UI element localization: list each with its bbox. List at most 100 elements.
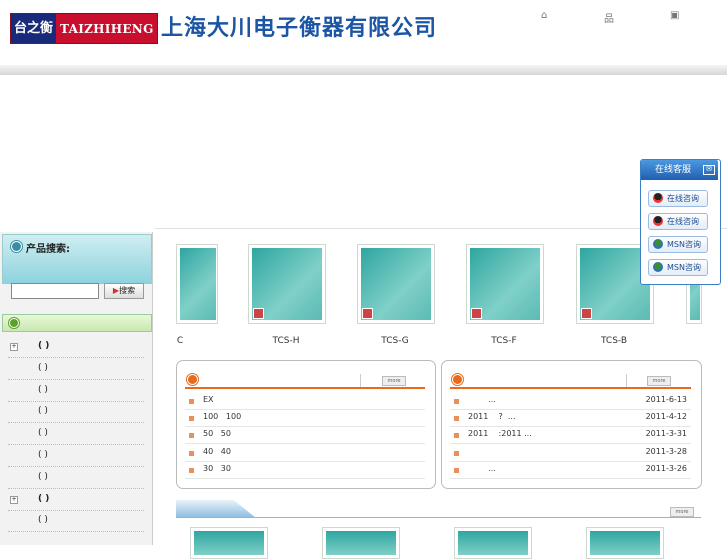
news-title[interactable]: 100 100 (203, 412, 241, 421)
service-button[interactable]: 在线咨询 (648, 190, 708, 207)
category-label: ( ) (38, 341, 50, 351)
bullet-icon (189, 433, 194, 439)
sidebar-category-item[interactable]: + ( ) (8, 489, 144, 511)
category-label: ( ) (38, 450, 48, 460)
search-title: 产品搜索: (26, 244, 70, 255)
category-label: ( ) (38, 362, 48, 373)
sidebar-category-item[interactable]: ( ) (8, 380, 144, 402)
mail-icon[interactable]: ✉ (703, 165, 715, 175)
sitemap-icon[interactable]: 品 (604, 10, 614, 25)
news-row[interactable]: 30 30 (185, 461, 425, 479)
product-thumbnail[interactable] (586, 527, 664, 559)
sidebar-category-item[interactable]: + ( ) (8, 336, 144, 358)
news-row[interactable]: 2011-3-28 (450, 444, 691, 462)
news-row[interactable]: ... 2011-3-26 (450, 461, 691, 479)
product-name[interactable]: TCS-F (464, 336, 544, 346)
bullet-icon (454, 399, 459, 404)
bullet-icon (454, 467, 459, 473)
news-row[interactable]: EX (185, 392, 425, 410)
service-title: 在线客服 (655, 165, 692, 175)
msn-icon (653, 239, 663, 249)
expand-icon[interactable]: + (10, 343, 18, 351)
search-button[interactable]: ▶搜索 (104, 283, 144, 299)
product-thumbnail[interactable] (176, 244, 218, 324)
section-rule (176, 517, 701, 518)
category-label: ( ) (38, 384, 48, 395)
bullet-icon (454, 433, 459, 439)
sidebar-category-item[interactable]: ( ) (8, 401, 144, 424)
expand-icon[interactable]: + (10, 495, 18, 504)
news-row[interactable]: 50 50 (185, 426, 425, 445)
news-title[interactable]: 30 30 (203, 464, 231, 473)
news-panel-right: more ... 2011-6-13 2011 ? ... 2011-4-12 2011… (441, 360, 702, 489)
section-tab (176, 500, 256, 518)
service-button[interactable]: MSN咨询 (648, 236, 708, 253)
category-label: ( ) (38, 471, 48, 482)
bullet-icon (187, 374, 198, 385)
bullet-icon (454, 416, 459, 422)
logo-chinese: 台之衡 (11, 14, 57, 43)
category-label: ( ) (38, 493, 50, 504)
category-label: ( ) (38, 428, 48, 439)
home-icon[interactable]: ⌂ (541, 10, 547, 21)
zoom-icon[interactable] (362, 308, 373, 319)
search-panel-header (2, 234, 152, 284)
product-thumbnail[interactable] (466, 244, 544, 324)
news-row[interactable]: 2011 ? ... 2011-4-12 (450, 409, 691, 428)
more-button[interactable]: more (670, 507, 694, 517)
bullet-icon (454, 450, 459, 456)
news-row[interactable]: ... 2011-6-13 (450, 392, 691, 410)
bullet-icon (9, 318, 19, 328)
news-row[interactable]: 100 100 (185, 409, 425, 428)
news-row[interactable]: 2011 :2011 ... 2011-3-31 (450, 426, 691, 445)
msn-icon (653, 262, 663, 272)
news-title[interactable]: ... (468, 464, 496, 473)
zoom-icon[interactable] (253, 308, 264, 319)
bullet-icon (189, 450, 194, 456)
category-header (2, 314, 152, 332)
product-thumbnail[interactable] (190, 527, 268, 559)
header-divider (0, 65, 727, 75)
product-name[interactable]: C (140, 336, 220, 346)
news-title[interactable]: 2011 ? ... (468, 412, 516, 421)
news-title[interactable]: EX (203, 395, 214, 404)
bullet-icon (11, 241, 22, 252)
sidebar-category-item[interactable]: ( ) (8, 510, 144, 533)
service-button-label: 在线咨询 (667, 194, 699, 203)
service-button-label: MSN咨询 (667, 263, 701, 272)
news-title[interactable]: 50 50 (203, 429, 231, 438)
more-button[interactable]: more (647, 376, 671, 386)
service-button[interactable]: MSN咨询 (648, 259, 708, 276)
bullet-icon (452, 374, 463, 385)
search-input[interactable] (11, 283, 99, 299)
sidebar-category-item[interactable]: ( ) (8, 467, 144, 489)
sidebar-category-item[interactable]: ( ) (8, 445, 144, 467)
bookmark-icon[interactable]: ▣ (670, 10, 679, 21)
logo-english: TAIZHIHENG (60, 21, 154, 36)
product-name[interactable]: TCS-G (355, 336, 435, 346)
news-title[interactable]: ... (468, 395, 496, 404)
search-button-label: 搜索 (119, 286, 136, 295)
qq-icon (653, 216, 663, 226)
product-name[interactable]: TCS-H (246, 336, 326, 346)
news-row[interactable]: 40 40 (185, 444, 425, 462)
product-thumbnail[interactable] (357, 244, 435, 324)
sidebar-category-item[interactable]: ( ) (8, 358, 144, 380)
more-button[interactable]: more (382, 376, 406, 386)
logo[interactable]: 台之衡 TAIZHIHENG (10, 13, 158, 44)
news-title[interactable]: 40 40 (203, 447, 231, 456)
panel-rule (450, 387, 691, 389)
zoom-icon[interactable] (471, 308, 482, 319)
zoom-icon[interactable] (581, 308, 592, 319)
sidebar-category-item[interactable]: ( ) (8, 423, 144, 446)
category-label: ( ) (38, 406, 48, 417)
product-name[interactable]: TCS-B (574, 336, 654, 346)
bullet-icon (189, 467, 194, 473)
product-thumbnail[interactable] (454, 527, 532, 559)
product-thumbnail[interactable] (322, 527, 400, 559)
service-button-label: 在线咨询 (667, 217, 699, 226)
service-button[interactable]: 在线咨询 (648, 213, 708, 230)
product-thumbnail[interactable] (248, 244, 326, 324)
news-title[interactable]: 2011 :2011 ... (468, 429, 532, 438)
product-image (180, 248, 216, 320)
